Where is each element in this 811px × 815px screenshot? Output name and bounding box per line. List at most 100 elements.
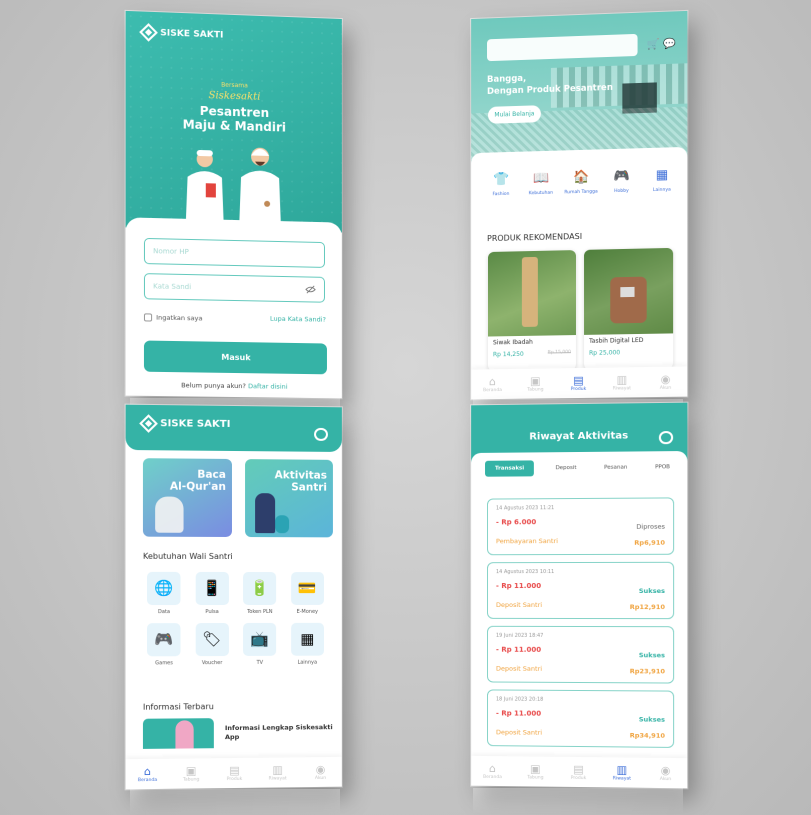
- news-title: Informasi Terbaru: [143, 702, 214, 712]
- nav-item-beranda[interactable]: ⌂ Beranda: [128, 765, 167, 783]
- teacher-figure-icon: [255, 493, 275, 533]
- services-grid: 🌐 Data 📱 Pulsa 🔋 Token PLN 💳 E-Money 🎮 Games …: [140, 572, 331, 667]
- service-item-lainnya[interactable]: ▦ Lainnya: [284, 623, 331, 666]
- bottom-nav: ⌂ Beranda ▣ Tabung ▤ Produk ▥ Riwayat ◉ Akun: [126, 757, 342, 790]
- banner-aktivitas[interactable]: Aktivitas Santri: [245, 459, 333, 537]
- chat-icon[interactable]: [314, 428, 328, 441]
- nav-item-tabung[interactable]: ▣ Tabung: [516, 763, 554, 780]
- shirt-icon: 👕: [493, 172, 509, 188]
- remember-me[interactable]: Ingatkan saya: [144, 313, 203, 322]
- category-item[interactable]: 🏠 Rumah Tangga: [563, 169, 599, 195]
- transaction-desc: Deposit Santri: [496, 665, 542, 673]
- nav-label: Akun: [646, 776, 685, 781]
- tab-ppob[interactable]: PPOB: [649, 460, 676, 474]
- banner-quran[interactable]: Baca Al-Qur'an: [143, 458, 232, 537]
- news-thumbnail[interactable]: [143, 718, 214, 749]
- category-item[interactable]: 📖 Kebutuhan: [523, 171, 559, 197]
- login-button[interactable]: Masuk: [144, 341, 327, 375]
- gamepad-icon: 🎮: [613, 169, 629, 185]
- brand-diamond-icon: [139, 23, 158, 41]
- service-item-games[interactable]: 🎮 Games: [140, 623, 188, 666]
- nav-item-produk[interactable]: ▤ Produk: [559, 763, 597, 780]
- service-item-voucher[interactable]: 🏷 Voucher: [188, 623, 236, 666]
- history-title: Riwayat Aktivitas: [471, 430, 687, 443]
- nav-item-riwayat[interactable]: ▥ Riwayat: [259, 764, 297, 781]
- emoney-icon: 💳: [291, 572, 324, 605]
- nav-item-riwayat[interactable]: ▥ Riwayat: [603, 374, 641, 392]
- nav-item-akun[interactable]: ◉ Akun: [646, 373, 685, 391]
- product-price: Rp 14,250: [493, 351, 524, 358]
- nav-item-beranda[interactable]: ⌂ Beranda: [474, 762, 512, 779]
- category-item[interactable]: ▦ Lainnya: [644, 167, 681, 193]
- transaction-card[interactable]: 19 Juni 2023 18:47 - Rp 11.000 Sukses De…: [487, 626, 674, 684]
- product-price: Rp 25,000: [589, 349, 620, 356]
- nav-item-riwayat[interactable]: ▥ Riwayat: [603, 764, 641, 781]
- cart-icon[interactable]: 🛒: [647, 39, 660, 51]
- reading-figure-icon: [155, 496, 183, 532]
- phone-field[interactable]: Nomor HP: [144, 238, 325, 268]
- search-input[interactable]: [487, 34, 638, 61]
- nav-item-akun[interactable]: ◉ Akun: [646, 764, 685, 782]
- register-prompt-text: Belum punya akun?: [181, 381, 246, 390]
- transaction-card[interactable]: 18 Juni 2023 20:18 - Rp 11.000 Sukses De…: [487, 689, 674, 748]
- banner-title-line2: Al-Qur'an: [170, 481, 226, 493]
- password-placeholder: Kata Sandi: [153, 282, 191, 291]
- nav-item-tabung[interactable]: ▣ Tabung: [172, 765, 210, 782]
- student-figure-icon: [275, 515, 289, 533]
- register-link[interactable]: Daftar disini: [248, 382, 288, 391]
- tv-icon: 📺: [243, 623, 276, 656]
- brand-name: SISKE SAKTI: [160, 28, 223, 40]
- banner-title-line1: Aktivitas: [275, 469, 327, 481]
- banner-title-line1: Baca: [170, 468, 226, 480]
- brand-diamond-icon: [139, 414, 158, 432]
- transaction-amount: - Rp 11.000: [496, 646, 541, 654]
- transaction-status: Sukses: [639, 715, 665, 723]
- product-old-price: Rp 15,000: [548, 350, 571, 357]
- transaction-card[interactable]: 14 Agustus 2023 11:21 - Rp 6.000 Diprose…: [487, 497, 674, 555]
- product-card[interactable]: Siwak Ibadah Rp 14,250 Rp 15,000: [488, 250, 576, 371]
- nav-item-akun[interactable]: ◉ Akun: [302, 763, 340, 780]
- nav-label: Produk: [559, 775, 597, 780]
- transaction-desc: Deposit Santri: [496, 601, 542, 609]
- chat-icon[interactable]: 💬: [663, 39, 676, 51]
- chat-icon[interactable]: [659, 431, 673, 444]
- nav-item-produk[interactable]: ▤ Produk: [215, 764, 253, 781]
- category-item[interactable]: 👕 Fashion: [483, 172, 519, 198]
- nav-item-tabung[interactable]: ▣ Tabung: [516, 375, 554, 392]
- voucher-icon: 🏷: [195, 623, 228, 656]
- category-item[interactable]: 🎮 Hobby: [603, 168, 639, 194]
- transaction-status: Sukses: [639, 587, 665, 595]
- tab-pesanan[interactable]: Pesanan: [598, 461, 633, 475]
- globe-icon: 🌐: [147, 572, 180, 605]
- history-icon: ▥: [603, 374, 641, 387]
- eye-off-icon[interactable]: [305, 284, 316, 294]
- service-label: Data: [140, 609, 188, 615]
- service-item-token[interactable]: 🔋 Token PLN: [236, 572, 284, 615]
- nav-label: Beranda: [128, 777, 167, 782]
- history-tabs: Transaksi Deposit Pesanan PPOB: [485, 459, 676, 477]
- transaction-card[interactable]: 14 Agustus 2023 10:11 - Rp 11.000 Sukses…: [487, 562, 674, 619]
- user-icon: ◉: [302, 763, 340, 775]
- login-form: Nomor HP Kata Sandi Ingatkan saya Lupa K…: [126, 217, 342, 398]
- remember-checkbox[interactable]: [144, 313, 152, 321]
- password-field[interactable]: Kata Sandi: [144, 273, 325, 303]
- user-icon: ◉: [646, 764, 685, 777]
- service-item-pulsa[interactable]: 📱 Pulsa: [188, 572, 236, 615]
- tab-deposit[interactable]: Deposit: [549, 461, 582, 475]
- service-item-data[interactable]: 🌐 Data: [140, 572, 188, 615]
- forgot-password-link[interactable]: Lupa Kata Sandi?: [270, 315, 326, 324]
- nav-item-beranda[interactable]: ⌂ Beranda: [474, 375, 512, 392]
- mockup-scene: SISKE SAKTI Bersama Siskesakti Pesantren…: [0, 0, 811, 815]
- transaction-amount: - Rp 11.000: [496, 709, 541, 717]
- history-screen: Riwayat Aktivitas Transaksi Deposit Pesa…: [471, 403, 687, 789]
- start-shopping-button[interactable]: Mulai Belanja: [488, 105, 541, 124]
- service-item-emoney[interactable]: 💳 E-Money: [284, 572, 331, 615]
- service-label: Token PLN: [236, 609, 284, 615]
- transaction-status: Sukses: [639, 651, 665, 659]
- nav-item-produk[interactable]: ▤ Produk: [559, 374, 597, 392]
- news-item-title[interactable]: Informasi Lengkap Siskesakti App: [225, 723, 335, 742]
- product-card[interactable]: Tasbih Digital LED Rp 25,000: [584, 248, 673, 370]
- service-item-tv[interactable]: 📺 TV: [236, 623, 284, 666]
- store-icon: ▤: [215, 764, 253, 776]
- tab-transaksi[interactable]: Transaksi: [485, 460, 534, 476]
